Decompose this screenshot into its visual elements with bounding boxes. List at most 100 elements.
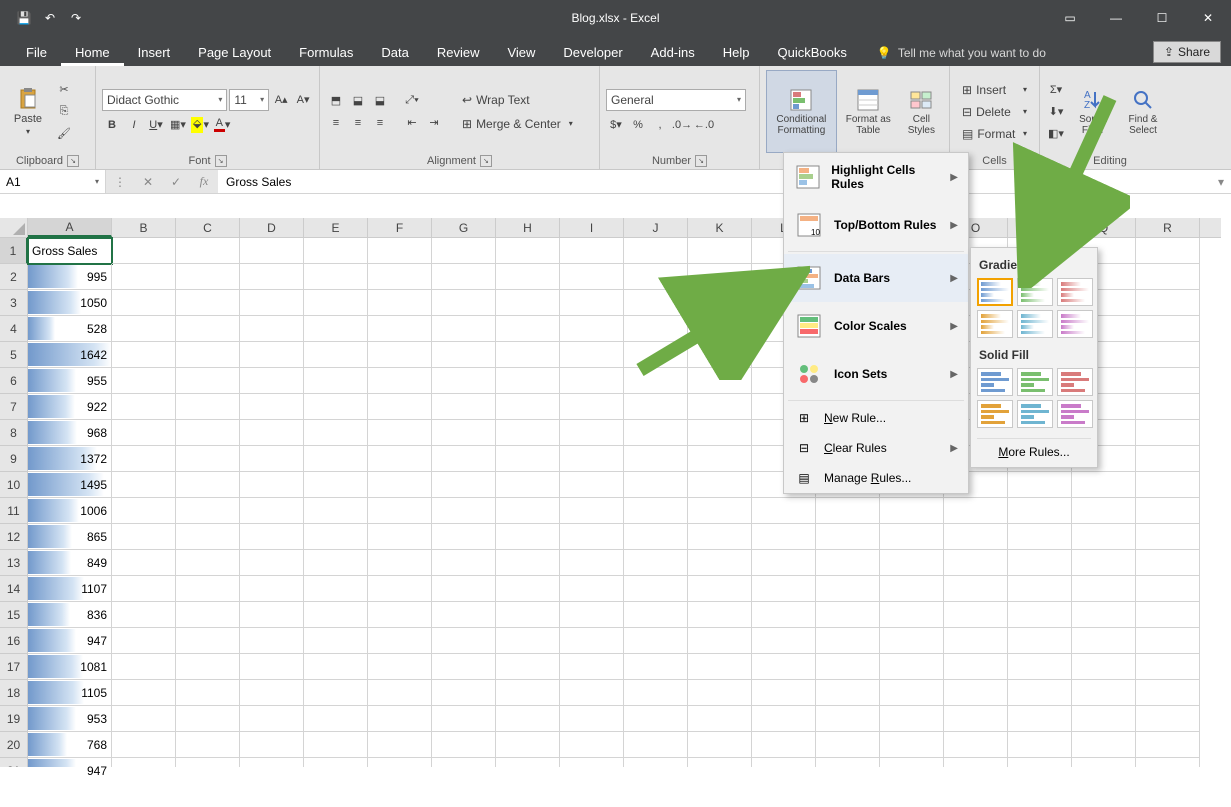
cell-F3[interactable] [368,290,432,316]
fill-color-button[interactable]: ⬙▾ [190,115,210,135]
cell-B10[interactable] [112,472,176,498]
cell-A1[interactable]: Gross Sales [28,238,112,264]
cell-N19[interactable] [880,706,944,732]
cell-I11[interactable] [560,498,624,524]
cell-H19[interactable] [496,706,560,732]
row-header-12[interactable]: 12 [0,524,28,550]
cell-E4[interactable] [304,316,368,342]
cell-M14[interactable] [816,576,880,602]
cell-A8[interactable]: 968 [28,420,112,446]
cell-A3[interactable]: 1050 [28,290,112,316]
cell-O17[interactable] [944,654,1008,680]
cell-A17[interactable]: 1081 [28,654,112,680]
cell-F13[interactable] [368,550,432,576]
cell-F12[interactable] [368,524,432,550]
cell-H6[interactable] [496,368,560,394]
databar-solid-option-3[interactable] [1057,368,1093,396]
cell-G12[interactable] [432,524,496,550]
cf-data-bars[interactable]: Data Bars▶ [784,254,968,302]
cell-E10[interactable] [304,472,368,498]
cell-C9[interactable] [176,446,240,472]
cell-C16[interactable] [176,628,240,654]
row-header-2[interactable]: 2 [0,264,28,290]
cell-N16[interactable] [880,628,944,654]
column-header-G[interactable]: G [432,218,496,237]
cell-R9[interactable] [1136,446,1200,472]
cell-H9[interactable] [496,446,560,472]
cell-K17[interactable] [688,654,752,680]
cell-F4[interactable] [368,316,432,342]
cell-H10[interactable] [496,472,560,498]
cell-B17[interactable] [112,654,176,680]
cell-L17[interactable] [752,654,816,680]
cell-O13[interactable] [944,550,1008,576]
cell-C10[interactable] [176,472,240,498]
cell-F19[interactable] [368,706,432,732]
cell-G1[interactable] [432,238,496,264]
cell-R18[interactable] [1136,680,1200,706]
cell-K18[interactable] [688,680,752,706]
column-header-D[interactable]: D [240,218,304,237]
cell-M17[interactable] [816,654,880,680]
tab-home[interactable]: Home [61,39,124,66]
tab-page-layout[interactable]: Page Layout [184,39,285,66]
cell-M20[interactable] [816,732,880,758]
cell-B9[interactable] [112,446,176,472]
format-as-table-button[interactable]: Format as Table [841,70,896,153]
cell-F16[interactable] [368,628,432,654]
cell-L15[interactable] [752,602,816,628]
cell-I9[interactable] [560,446,624,472]
cell-R5[interactable] [1136,342,1200,368]
databar-solid-option-1[interactable] [977,368,1013,396]
cell-M18[interactable] [816,680,880,706]
cell-H11[interactable] [496,498,560,524]
underline-button[interactable]: U▾ [146,115,166,135]
cell-B13[interactable] [112,550,176,576]
tab-review[interactable]: Review [423,39,494,66]
cell-E19[interactable] [304,706,368,732]
cell-M13[interactable] [816,550,880,576]
cell-D6[interactable] [240,368,304,394]
accounting-format[interactable]: $▾ [606,115,626,135]
cell-R1[interactable] [1136,238,1200,264]
cell-K12[interactable] [688,524,752,550]
cell-K13[interactable] [688,550,752,576]
row-header-15[interactable]: 15 [0,602,28,628]
cell-F1[interactable] [368,238,432,264]
cell-B3[interactable] [112,290,176,316]
cell-P11[interactable] [1008,498,1072,524]
italic-button[interactable]: I [124,115,144,135]
cell-G8[interactable] [432,420,496,446]
cell-N17[interactable] [880,654,944,680]
ribbon-display-options[interactable]: ▭ [1047,0,1093,36]
cell-A6[interactable]: 955 [28,368,112,394]
minimize-button[interactable]: — [1093,0,1139,36]
cell-P13[interactable] [1008,550,1072,576]
databar-solid-option-6[interactable] [1057,400,1093,428]
cell-D1[interactable] [240,238,304,264]
cell-H5[interactable] [496,342,560,368]
cell-O14[interactable] [944,576,1008,602]
cell-P15[interactable] [1008,602,1072,628]
cell-B12[interactable] [112,524,176,550]
cell-K9[interactable] [688,446,752,472]
cell-I7[interactable] [560,394,624,420]
cell-E14[interactable] [304,576,368,602]
cell-G6[interactable] [432,368,496,394]
cf-new-rule[interactable]: ⊞ New Rule... [784,403,968,433]
cell-E7[interactable] [304,394,368,420]
format-painter-button[interactable]: 🖌 [54,124,74,144]
cell-B14[interactable] [112,576,176,602]
cell-Q12[interactable] [1072,524,1136,550]
save-button[interactable]: 💾 [12,6,36,30]
cell-F20[interactable] [368,732,432,758]
cell-N13[interactable] [880,550,944,576]
cell-D15[interactable] [240,602,304,628]
cell-G13[interactable] [432,550,496,576]
column-header-R[interactable]: R [1136,218,1200,237]
cell-I13[interactable] [560,550,624,576]
align-bottom[interactable]: ⬓ [370,91,390,111]
number-format-combo[interactable]: General▾ [606,89,746,111]
cell-L19[interactable] [752,706,816,732]
cell-Q19[interactable] [1072,706,1136,732]
